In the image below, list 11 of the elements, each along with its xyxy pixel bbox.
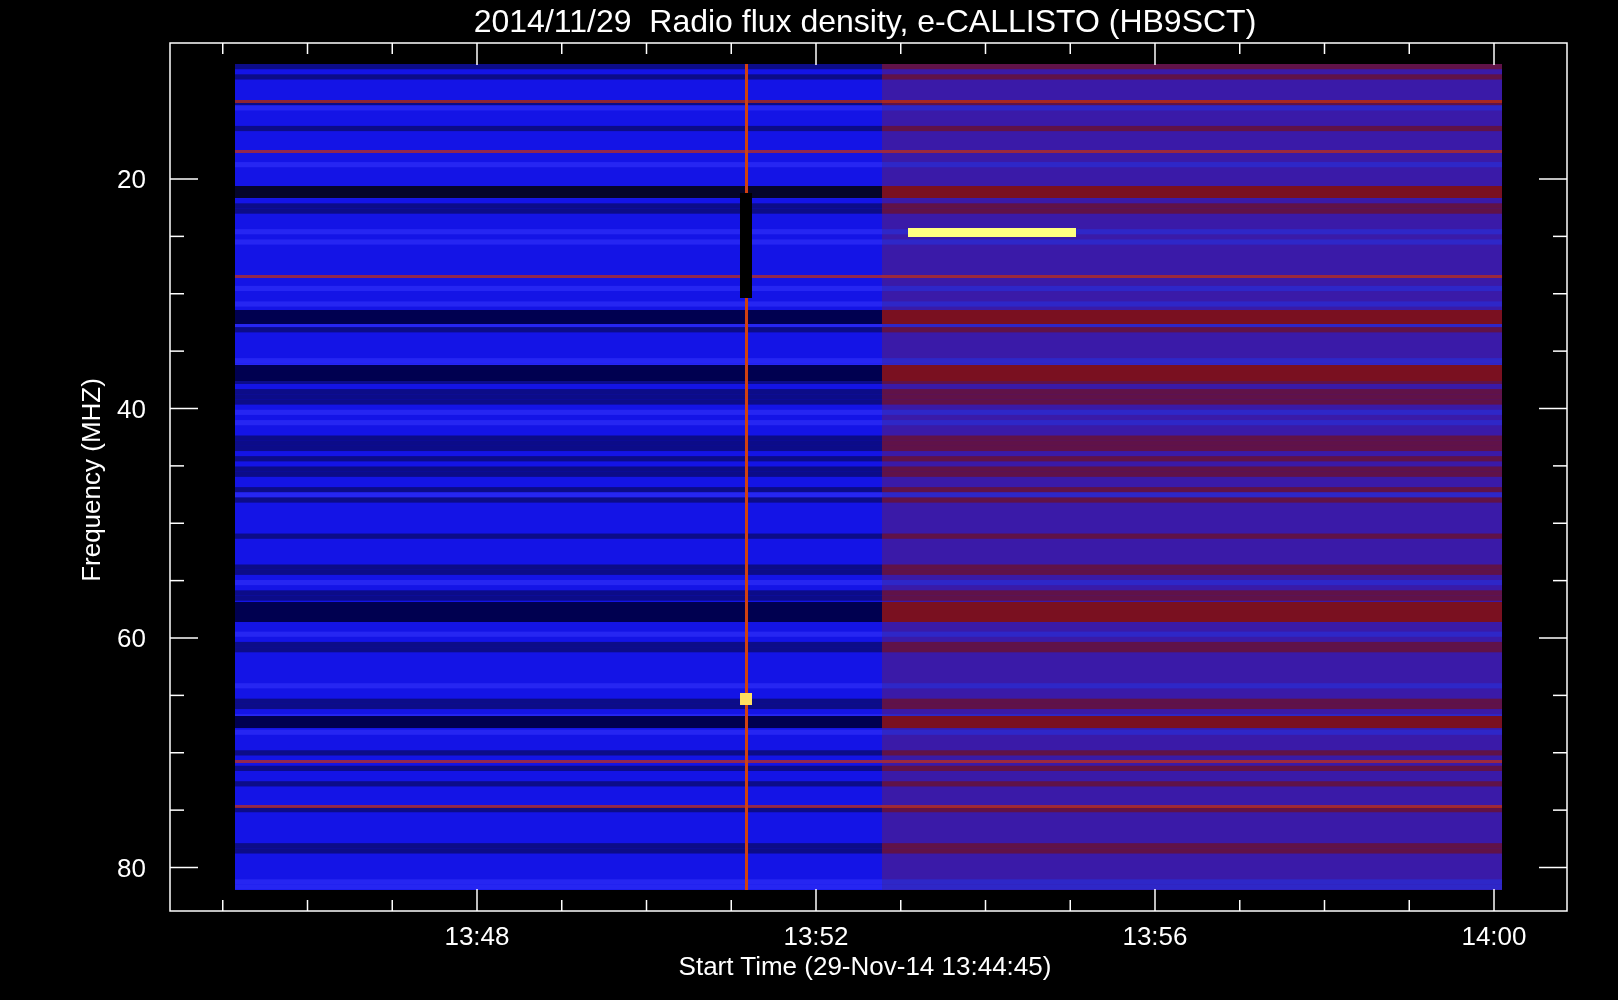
y-axis-label: Frequency (MHZ): [76, 378, 106, 582]
x-tick-label: 13:48: [444, 921, 510, 951]
y-tick-label: 20: [117, 164, 146, 194]
x-tick-label: 13:56: [1122, 921, 1188, 951]
y-tick-label: 80: [117, 852, 146, 883]
x-axis-label: Start Time (29-Nov-14 13:44:45): [678, 951, 1052, 981]
y-tick-label: 40: [117, 393, 146, 424]
y-tick-label: 60: [117, 623, 146, 653]
chart-title: 2014/11/29 Radio flux density, e-CALLISTO (HB9SCT): [473, 3, 1257, 39]
x-tick-label: 13:52: [783, 921, 849, 951]
x-tick-label: 14:00: [1461, 921, 1527, 951]
